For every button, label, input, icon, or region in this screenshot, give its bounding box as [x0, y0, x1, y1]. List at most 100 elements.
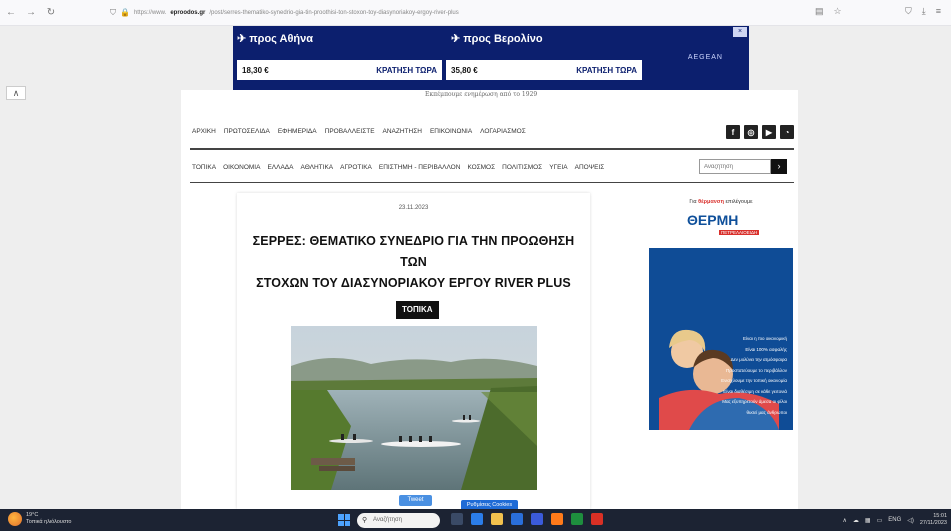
side-ad-body: Είναι η πιο οικονομική Είναι 100% ασφαλή…	[649, 248, 793, 430]
menu-item-account[interactable]: ΛΟΓΑΡΙΑΣΜΟΣ	[480, 128, 526, 135]
ad-price-1: 18,30 €	[242, 65, 269, 75]
ad-book-button-1[interactable]: ΚΡΑΤΗΣΗ ΤΩΡΑ	[376, 66, 437, 75]
speaker-icon[interactable]: ◁)	[907, 517, 914, 524]
url-host: eproodos.gr	[170, 9, 206, 16]
network-icon[interactable]: ▦	[865, 517, 871, 524]
taskbar-apps	[451, 513, 603, 525]
youtube-icon[interactable]: ▶	[762, 125, 776, 139]
sun-icon	[8, 512, 22, 526]
section-sports[interactable]: ΑΘΛΗΤΙΚΑ	[301, 164, 334, 171]
menu-item-frontpages[interactable]: ΠΡΩΤΟΣΕΛΙΔΑ	[224, 128, 270, 135]
url-path: /post/serres-thematiko-synedrio-gia-tin-…	[209, 9, 459, 16]
reader-icon[interactable]: ▤	[815, 6, 824, 17]
collapse-icon[interactable]: ∧	[6, 86, 26, 100]
ad-brand: AEGEAN	[687, 54, 723, 61]
thermi-side-ad[interactable]: Για θέρμανση επιλέγουμε ΘΕΡΜΗ ΠΕΤΡΕΛΑΙΟΕ…	[649, 190, 793, 430]
site-search: ›	[699, 159, 787, 174]
file-explorer-icon[interactable]	[491, 513, 503, 525]
system-tray: ∧ ☁ ▦ ▭ ENG ◁) 15:01 27/11/2023	[842, 513, 947, 527]
side-ad-benefits: Είναι η πιο οικονομική Είναι 100% ασφαλή…	[721, 336, 787, 415]
aegean-ad-banner[interactable]: ✈ προς Αθήνα ✈ προς Βερολίνο 18,30 € ΚΡΑΤΗ…	[233, 26, 749, 90]
rss-icon[interactable]: ◔	[780, 125, 794, 139]
article-photo	[291, 326, 537, 490]
tweet-button[interactable]: Tweet	[399, 495, 432, 506]
side-ad-header: Για θέρμανση επιλέγουμε ΘΕΡΜΗ ΠΕΤΡΕΛΑΙΟΕ…	[649, 190, 793, 248]
ad-price-2: 35,80 €	[451, 65, 478, 75]
thermi-logo: ΘΕΡΜΗ	[687, 212, 739, 228]
bookmark-star-icon[interactable]: ☆	[834, 6, 842, 17]
web-viewport: ∧ ✈ προς Αθήνα ✈ προς Βερολίνο 18,30 € ΚΡΑ…	[0, 26, 951, 509]
url-prefix: https://www.	[133, 9, 167, 16]
section-opinions[interactable]: ΑΠΟΨΕΙΣ	[575, 164, 605, 171]
section-science[interactable]: ΕΠΙΣΤΗΜΗ - ΠΕΡΙΒΑΛΛΟΝ	[379, 164, 461, 171]
section-economy[interactable]: ΟΙΚΟΝΟΜΙΑ	[223, 164, 260, 171]
site-search-input[interactable]	[699, 159, 771, 174]
display-icon[interactable]: ▭	[877, 517, 883, 524]
menu-divider	[190, 148, 794, 150]
nav-buttons: ← → ↻	[0, 7, 110, 18]
pocket-icon[interactable]: ⛉	[905, 6, 912, 17]
clock-date: 27/11/2023	[919, 520, 947, 526]
menu-icon[interactable]: ≡	[936, 6, 941, 17]
section-greece[interactable]: ΕΛΛΑΔΑ	[267, 164, 293, 171]
menu-item-search[interactable]: ΑΝΑΖΗΤΗΣΗ	[383, 128, 422, 135]
forward-icon[interactable]: →	[24, 7, 38, 18]
article-title: ΣΕΡΡΕΣ: ΘΕΜΑΤΙΚΟ ΣΥΝΕΔΡΙΟ ΓΙΑ ΤΗΝ ΠΡΟΩΘΗ…	[247, 231, 580, 294]
article-title-line-2: ΣΤΟΧΩΝ ΤΟΥ ΔΙΑΣΥΝΟΡΙΑΚΟΥ ΕΡΓΟΥ RIVER PLU…	[256, 276, 571, 290]
search-icon: ⚲	[362, 517, 368, 524]
ad-price-box-1[interactable]: 18,30 € ΚΡΑΤΗΣΗ ΤΩΡΑ	[237, 60, 442, 80]
browser-toolbar: ← → ↻ ⛉ 🔒 https://www. eproodos.gr/post/s…	[0, 0, 951, 26]
ad-destination-2: ✈ προς Βερολίνο	[451, 33, 543, 45]
section-world[interactable]: ΚΟΣΜΟΣ	[467, 164, 495, 171]
article-card: 23.11.2023 ΣΕΡΡΕΣ: ΘΕΜΑΤΙΚΟ ΣΥΝΕΔΡΙΟ ΓΙΑ…	[237, 193, 590, 509]
side-ad-slogan: Για θέρμανση επιλέγουμε	[689, 199, 753, 205]
menu-item-home[interactable]: ΑΡΧΙΚΗ	[192, 128, 216, 135]
acrobat-icon[interactable]	[591, 513, 603, 525]
top-menu: ΑΡΧΙΚΗ ΠΡΩΤΟΣΕΛΙΔΑ ΕΦΗΜΕΡΙΔΑ ΠΡΟΒΑΛΛΕΙΣΤ…	[192, 128, 526, 135]
download-icon[interactable]: ⤓	[922, 6, 926, 17]
outlook-icon[interactable]	[531, 513, 543, 525]
language-indicator[interactable]: ENG	[888, 517, 901, 523]
task-view-icon[interactable]	[451, 513, 463, 525]
address-bar[interactable]: ⛉ 🔒 https://www. eproodos.gr/post/serres-…	[110, 4, 800, 22]
plane-icon: ✈	[451, 33, 461, 45]
section-agriculture[interactable]: ΑΓΡΟΤΙΚΑ	[340, 164, 372, 171]
instagram-icon[interactable]: ◎	[744, 125, 758, 139]
thermi-logo-sub: ΠΕΤΡΕΛΑΙΟΕΙΔΗ	[719, 230, 760, 235]
cloud-icon[interactable]: ☁	[853, 517, 859, 524]
edge-icon[interactable]	[471, 513, 483, 525]
chevron-up-icon[interactable]: ∧	[842, 517, 846, 524]
ad-close-icon[interactable]: ×	[733, 27, 747, 37]
section-culture[interactable]: ΠΟΛΙΤΙΣΜΟΣ	[502, 164, 542, 171]
back-icon[interactable]: ←	[4, 7, 18, 18]
menu-item-advertise[interactable]: ΠΡΟΒΑΛΛΕΙΣΤΕ	[325, 128, 375, 135]
section-menu: ΤΟΠΙΚΑ ΟΙΚΟΝΟΜΙΑ ΕΛΛΑΔΑ ΑΘΛΗΤΙΚΑ ΑΓΡΟΤΙΚ…	[192, 164, 604, 171]
clock[interactable]: 15:01 27/11/2023	[920, 513, 947, 527]
weather-widget[interactable]: 19°C Τοπικά ηλιόλουστο	[8, 512, 71, 526]
facebook-icon[interactable]: f	[726, 125, 740, 139]
menu-item-newspaper[interactable]: ΕΦΗΜΕΡΙΔΑ	[278, 128, 317, 135]
ad-price-box-2[interactable]: 35,80 € ΚΡΑΤΗΣΗ ΤΩΡΑ	[446, 60, 642, 80]
site-tagline: Εκπέμπουμε ενημέρωση από το 1929	[425, 91, 538, 98]
ad-destination-1: ✈ προς Αθήνα	[237, 33, 314, 45]
social-links: f ◎ ▶ ◔	[726, 125, 794, 139]
lock-icon: 🔒	[120, 8, 130, 17]
excel-icon[interactable]	[571, 513, 583, 525]
reload-icon[interactable]: ↻	[44, 7, 58, 18]
ad-book-button-2[interactable]: ΚΡΑΤΗΣΗ ΤΩΡΑ	[576, 66, 637, 75]
mail-icon[interactable]	[511, 513, 523, 525]
search-submit-button[interactable]: ›	[771, 159, 787, 174]
weather-temp: 19°C	[26, 512, 39, 518]
section-health[interactable]: ΥΓΕΙΑ	[549, 164, 567, 171]
menu-item-contact[interactable]: ΕΠΙΚΟΙΝΩΝΙΑ	[430, 128, 472, 135]
firefox-icon[interactable]	[551, 513, 563, 525]
article-category-badge[interactable]: ΤΟΠΙΚΑ	[396, 301, 439, 319]
taskbar-search[interactable]: ⚲ Αναζήτηση	[357, 513, 440, 528]
windows-start-icon[interactable]	[338, 514, 350, 526]
plane-icon: ✈	[237, 33, 247, 45]
address-bar-actions: ▤ ☆	[815, 6, 842, 17]
clock-time: 15:01	[933, 513, 947, 519]
section-divider	[190, 182, 794, 183]
section-local[interactable]: ΤΟΠΙΚΑ	[192, 164, 216, 171]
article-date: 23.11.2023	[398, 205, 429, 211]
